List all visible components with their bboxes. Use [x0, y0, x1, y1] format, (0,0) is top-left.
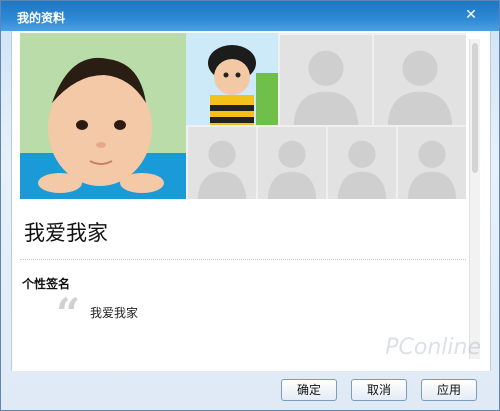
person-placeholder-icon: [293, 50, 359, 125]
window-title: 我的资料: [17, 11, 66, 25]
profile-window: 我的资料 ✕ 我爱我家 个性签名 “ 我爱我家 PConline 确定 取消 应…: [0, 0, 500, 411]
person-placeholder-icon: [267, 140, 317, 199]
vertical-scrollbar[interactable]: [469, 39, 480, 359]
title-bar[interactable]: 我的资料 ✕: [1, 1, 499, 31]
apply-button[interactable]: 应用: [421, 379, 477, 401]
photo-slot-placeholder[interactable]: [396, 125, 466, 199]
profile-photo-main[interactable]: [20, 33, 186, 199]
ok-button[interactable]: 确定: [281, 379, 337, 401]
divider: [20, 259, 466, 260]
scroll-thumb[interactable]: [472, 43, 478, 173]
photo-gallery: [20, 33, 466, 199]
watermark-logo: PConline: [385, 335, 481, 360]
photo-slot-placeholder[interactable]: [326, 125, 396, 199]
person-placeholder-icon: [197, 140, 247, 199]
person-placeholder-icon: [387, 50, 453, 125]
quote-icon: “: [56, 289, 81, 338]
signature-text[interactable]: 我爱我家: [90, 304, 138, 321]
close-icon[interactable]: ✕: [463, 7, 479, 23]
profile-photo-second[interactable]: [186, 33, 278, 125]
cancel-button[interactable]: 取消: [351, 379, 407, 401]
photo-slot-placeholder[interactable]: [186, 125, 256, 199]
person-placeholder-icon: [337, 140, 387, 199]
dialog-footer: 确定 取消 应用: [11, 371, 489, 409]
person-placeholder-icon: [407, 140, 457, 199]
profile-content: 我爱我家 个性签名 “ 我爱我家: [11, 31, 491, 371]
photo-slot-placeholder[interactable]: [372, 33, 466, 125]
nickname: 我爱我家: [24, 221, 108, 245]
photo-slot-placeholder[interactable]: [278, 33, 372, 125]
photo-slot-placeholder[interactable]: [256, 125, 326, 199]
